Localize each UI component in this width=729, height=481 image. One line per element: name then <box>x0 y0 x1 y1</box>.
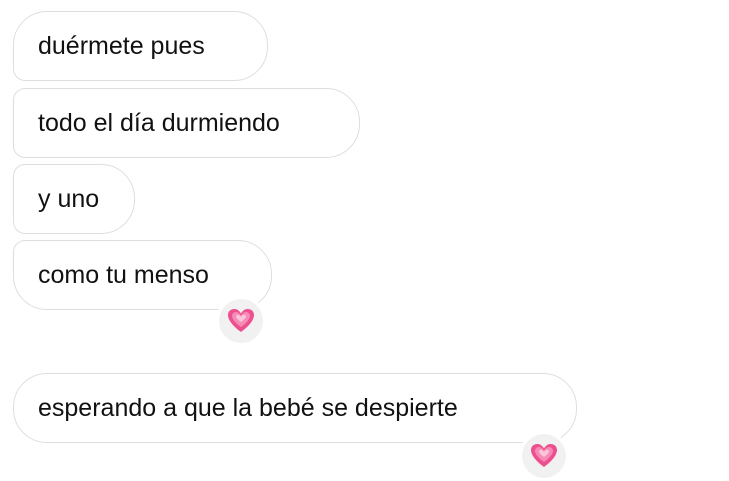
message-text: todo el día durmiendo <box>38 108 280 137</box>
message-text: y uno <box>38 184 100 213</box>
heart-icon <box>531 444 557 467</box>
message-bubble[interactable]: todo el día durmiendo <box>13 88 360 158</box>
reaction-badge[interactable] <box>216 296 266 346</box>
message-text: duérmete pues <box>38 31 205 60</box>
message-bubble[interactable]: y uno <box>13 164 135 234</box>
message-bubble[interactable]: duérmete pues <box>13 11 268 81</box>
reaction-badge[interactable] <box>519 431 569 481</box>
heart-icon <box>228 309 254 332</box>
message-bubble[interactable]: esperando a que la bebé se despierte <box>13 373 577 443</box>
message-text: esperando a que la bebé se despierte <box>38 393 458 422</box>
chat-view: { "messages": [ { "text": "duérmete pues… <box>0 0 729 481</box>
message-text: como tu menso <box>38 260 209 289</box>
